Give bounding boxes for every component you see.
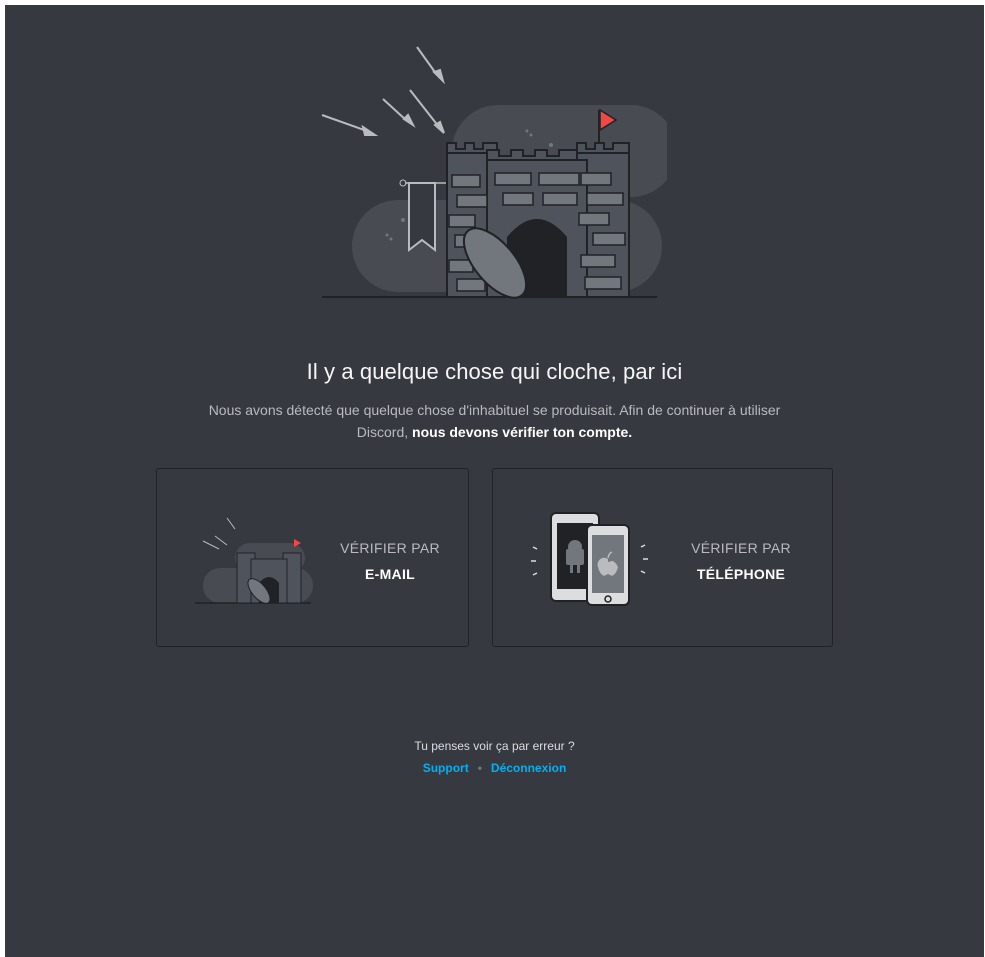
description-emphasis: nous devons vérifier ton compte. [412, 424, 633, 440]
verification-screen: Il y a quelque chose qui cloche, par ici… [5, 5, 984, 957]
phone-option-line1: VÉRIFIER PAR [691, 540, 791, 556]
verify-email-button[interactable]: VÉRIFIER PAR E-MAIL [156, 468, 469, 647]
castle-under-siege-illustration [321, 46, 667, 299]
email-option-line2: E-MAIL [364, 566, 415, 582]
android-and-apple-phones-icon [531, 512, 648, 606]
email-option-line1: VÉRIFIER PAR [340, 540, 440, 556]
email-option-label: VÉRIFIER PAR E-MAIL [325, 535, 455, 587]
phone-option-label: VÉRIFIER PAR TÉLÉPHONE [671, 535, 811, 587]
page-title: Il y a quelque chose qui cloche, par ici [306, 359, 683, 384]
page-description: Nous avons détecté que quelque chose d'i… [205, 399, 784, 443]
castle-illustration-small [195, 517, 313, 604]
verify-phone-button[interactable]: VÉRIFIER PAR TÉLÉPHONE [492, 468, 833, 647]
logout-link[interactable]: Déconnexion [491, 761, 566, 775]
footer-links: Support • Déconnexion [5, 761, 984, 775]
footer-separator: • [477, 761, 482, 775]
support-link[interactable]: Support [423, 761, 469, 775]
footer-question: Tu penses voir ça par erreur ? [414, 739, 575, 753]
phone-option-line2: TÉLÉPHONE [696, 566, 786, 582]
